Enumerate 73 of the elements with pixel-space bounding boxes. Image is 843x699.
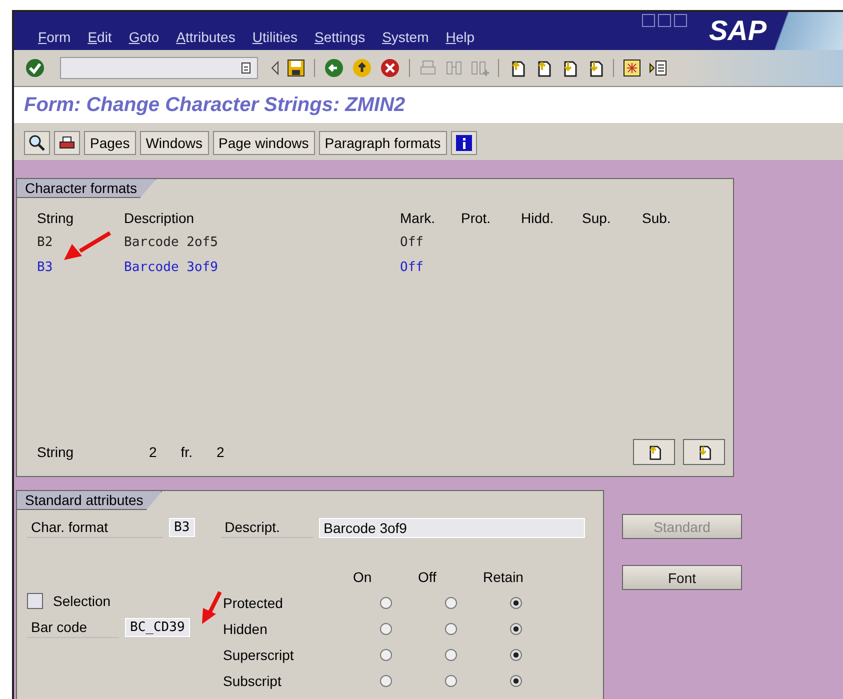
menu-item[interactable]: Form <box>38 29 71 45</box>
page-down-button[interactable] <box>683 439 725 465</box>
radio-button[interactable] <box>444 597 456 609</box>
menu-item[interactable]: Utilities <box>252 29 298 45</box>
field-label: Descript. <box>220 517 313 538</box>
checkmark-icon[interactable] <box>24 57 46 79</box>
info-button[interactable] <box>450 131 477 155</box>
menu-item[interactable]: System <box>382 29 429 45</box>
page-up-button[interactable] <box>633 439 675 465</box>
layout-icon[interactable] <box>622 58 642 78</box>
column-header: Prot. <box>461 210 492 226</box>
radio-button[interactable] <box>510 675 522 687</box>
search-button[interactable] <box>24 131 50 155</box>
search-icon <box>28 134 46 152</box>
back-icon[interactable] <box>323 57 345 79</box>
radio-button[interactable] <box>510 597 522 609</box>
radio-button[interactable] <box>510 623 522 635</box>
clipboard-icon[interactable] <box>241 62 251 74</box>
attribute-label: Superscript <box>223 647 295 663</box>
radio-button[interactable] <box>444 649 456 661</box>
attribute-label: Hidden <box>223 621 268 637</box>
column-header: Sup. <box>582 210 612 226</box>
toolbar-button[interactable]: Pages <box>84 131 136 155</box>
table-row[interactable]: B3 Barcode 3of9 Off <box>37 255 733 280</box>
menu-item[interactable]: Settings <box>314 29 366 45</box>
field-label: Bar code <box>27 616 119 638</box>
toolbar-button[interactable]: Windows <box>140 131 208 155</box>
field-label: Char. format <box>27 517 163 538</box>
radio-button[interactable] <box>510 649 522 661</box>
up-icon[interactable] <box>351 57 373 79</box>
column-header: Hidd. <box>521 210 555 226</box>
list-icon[interactable] <box>648 58 668 78</box>
radio-button[interactable] <box>444 623 456 635</box>
total-entries: 2 <box>216 444 224 460</box>
menu-item[interactable]: Edit <box>88 29 112 45</box>
attribute-label: Subscript <box>223 673 282 689</box>
side-button[interactable]: Font <box>622 565 742 590</box>
radio-button[interactable] <box>380 623 392 635</box>
radio-button[interactable] <box>380 649 392 661</box>
annotation-arrow <box>199 590 223 626</box>
column-header: String <box>37 210 75 226</box>
current-entry: 2 <box>149 444 157 460</box>
column-header: Off <box>418 569 438 585</box>
attribute-label: Protected <box>223 595 284 611</box>
column-header: Mark. <box>400 210 436 226</box>
menu-item[interactable]: Help <box>446 29 475 45</box>
column-header: On <box>353 569 373 585</box>
toolbar-button[interactable]: Paragraph formats <box>318 131 447 155</box>
footer-label: String <box>37 444 75 460</box>
cancel-icon[interactable] <box>379 57 401 79</box>
checkbox-label: Selection <box>53 593 111 609</box>
toolbar-button[interactable]: Page windows <box>212 131 315 155</box>
column-header: Retain <box>483 569 524 585</box>
footer-label: fr. <box>180 444 192 460</box>
radio-button[interactable] <box>380 675 392 687</box>
checkbox[interactable] <box>27 593 43 609</box>
info-icon <box>456 135 472 151</box>
description-field[interactable]: Barcode 3of9 <box>318 518 585 538</box>
table-row[interactable]: B2 Barcode 2of5 Off <box>37 230 733 255</box>
print-button[interactable] <box>54 131 80 155</box>
radio-button[interactable] <box>380 597 392 609</box>
menu-item[interactable]: Goto <box>128 29 160 45</box>
char-format-field[interactable]: B3 <box>169 518 195 537</box>
column-header: Description <box>124 210 196 226</box>
barcode-field[interactable]: BC_CD39 <box>125 618 190 636</box>
annotation-arrow <box>62 230 112 262</box>
screen-title: Form: Change Character Strings: ZMIN2 <box>14 87 843 126</box>
column-header: Sub. <box>642 210 672 226</box>
save-icon[interactable] <box>286 58 306 78</box>
radio-button[interactable] <box>444 675 456 687</box>
command-field[interactable] <box>60 57 258 79</box>
menu-item[interactable]: Attributes <box>176 29 236 45</box>
triangle-left-icon[interactable] <box>270 60 280 76</box>
